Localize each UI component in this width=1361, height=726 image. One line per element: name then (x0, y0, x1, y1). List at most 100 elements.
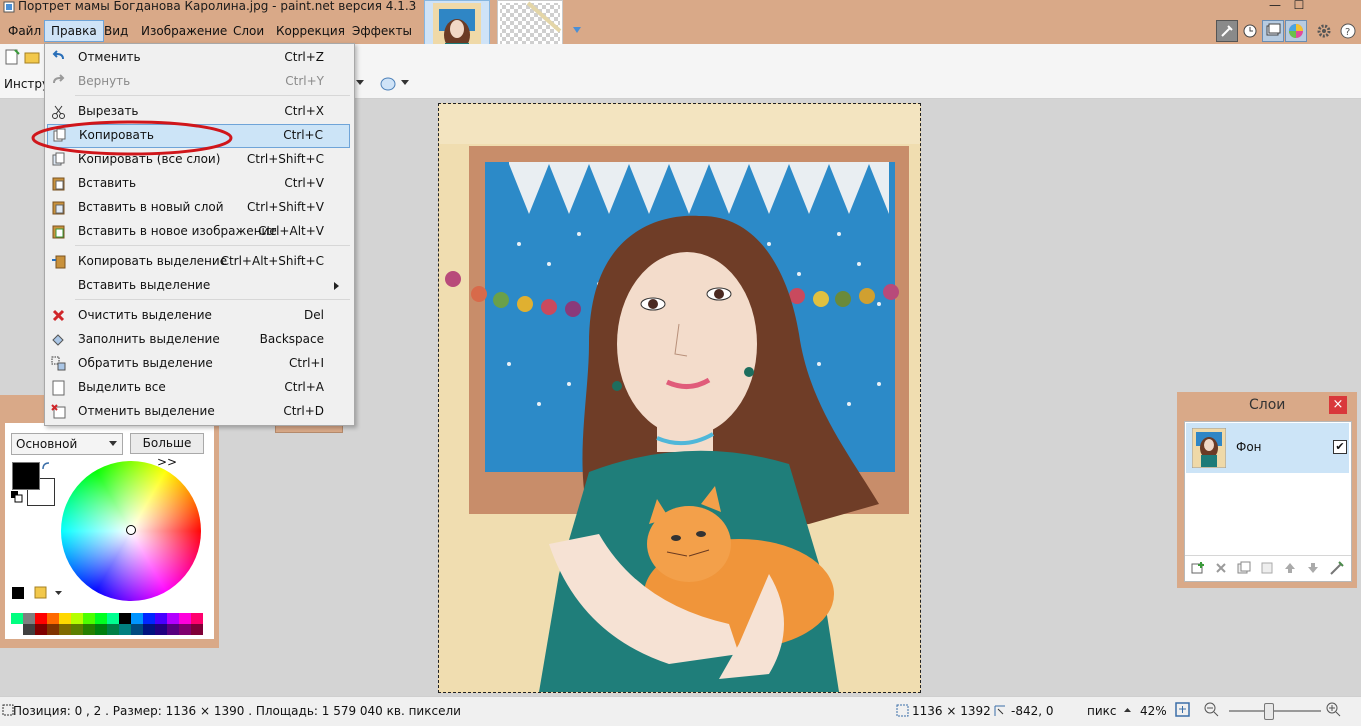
menu-separator (75, 95, 350, 96)
settings-gear-icon[interactable] (1316, 23, 1332, 39)
menu-layers[interactable]: Слои (227, 21, 270, 41)
move-layer-up-icon[interactable] (1283, 561, 1297, 575)
color-wheel[interactable] (61, 461, 201, 601)
edit-menu-item[interactable]: Вставить Ctrl+V (47, 173, 350, 195)
units-select[interactable]: пикс (1087, 704, 1117, 718)
tool-label: Инстру (4, 77, 50, 91)
add-layer-icon[interactable] (1191, 561, 1205, 575)
edit-menu-item[interactable]: Отменить выделение Ctrl+D (47, 401, 350, 423)
edit-menu-item[interactable]: Вставить в новое изображение Ctrl+Alt+V (47, 221, 350, 243)
edit-menu-item[interactable]: Копировать выделение Ctrl+Alt+Shift+C (47, 251, 350, 273)
close-icon[interactable]: × (1329, 396, 1347, 414)
zoom-value[interactable]: 42% (1140, 704, 1167, 718)
layer-thumbnail (1192, 428, 1226, 468)
reset-colors-icon[interactable] (11, 491, 23, 503)
chevron-down-icon (109, 441, 117, 446)
menu-item-shortcut: Ctrl+X (284, 104, 324, 118)
chevron-down-icon[interactable] (401, 80, 409, 86)
layers-window-button[interactable] (1262, 20, 1284, 42)
layers-icon (1266, 23, 1281, 36)
edit-menu-item[interactable]: Заполнить выделение Backspace (47, 329, 350, 351)
open-image-icon[interactable] (24, 49, 40, 65)
maximize-button[interactable]: ☐ (1285, 0, 1313, 12)
menu-item-shortcut: Del (304, 308, 324, 322)
erase-selection-icon (52, 309, 65, 322)
menu-item-label: Вставить в новый слой (78, 200, 224, 214)
zoom-to-window-icon[interactable] (1175, 702, 1191, 718)
status-bar: Позиция: 0 , 2 . Размер: 1136 × 1390 . П… (0, 696, 1361, 726)
menu-item-label: Обратить выделение (78, 356, 213, 370)
zoom-slider-thumb[interactable] (1264, 703, 1274, 720)
image-tabs (416, 0, 1216, 68)
edit-menu-item: Вернуть Ctrl+Y (47, 71, 350, 93)
menu-view[interactable]: Вид (98, 21, 134, 41)
chevron-down-icon[interactable] (55, 591, 62, 596)
primary-color-swatch-front (12, 462, 40, 490)
menu-edit[interactable]: Правка (44, 20, 104, 42)
more-button[interactable]: Больше >> (130, 433, 204, 469)
add-to-palette-icon[interactable] (12, 587, 24, 599)
delete-layer-icon[interactable] (1214, 561, 1228, 575)
menu-file[interactable]: Файл (2, 21, 47, 41)
color-palette[interactable] (11, 613, 203, 635)
menu-separator (75, 245, 350, 246)
color-wheel-icon (1289, 24, 1303, 38)
cursor-position: -842, 0 (1011, 704, 1054, 718)
color-mode-value: Основной (16, 437, 78, 451)
menu-item-label: Очистить выделение (78, 308, 212, 322)
history-window-button[interactable] (1239, 20, 1261, 42)
edit-menu-item[interactable]: Вставить выделение (47, 275, 350, 297)
edit-menu-item[interactable]: Отменить Ctrl+Z (47, 47, 350, 69)
image-size-icon (896, 704, 909, 717)
zoom-slider[interactable] (1229, 703, 1321, 720)
palette-menu-icon[interactable] (34, 586, 48, 600)
fill-selection-icon (52, 334, 64, 346)
menu-item-shortcut: Ctrl+I (289, 356, 324, 370)
new-image-icon[interactable] (4, 49, 20, 65)
color-mode-select[interactable]: Основной (11, 433, 123, 455)
chevron-down-icon[interactable] (356, 80, 364, 86)
menu-item-label: Вставить в новое изображение (78, 224, 277, 238)
menu-item-label: Вернуть (78, 74, 131, 88)
menu-item-label: Отменить выделение (78, 404, 215, 418)
edit-menu-item[interactable]: Обратить выделение Ctrl+I (47, 353, 350, 375)
window-title: Портрет мамы Богданова Каролина.jpg - pa… (18, 0, 417, 13)
menu-item-shortcut: Ctrl+Alt+V (258, 224, 324, 238)
image-canvas[interactable] (438, 103, 921, 693)
color-wheel-cursor[interactable] (126, 525, 136, 535)
menu-item-shortcut: Ctrl+A (284, 380, 324, 394)
edit-menu-item[interactable]: Вставить в новый слой Ctrl+Shift+V (47, 197, 350, 219)
selection-info: Позиция: 0 , 2 . Размер: 1136 × 1390 . П… (13, 704, 461, 718)
menu-item-label: Вставить (78, 176, 137, 190)
clock-icon (1243, 24, 1257, 38)
layer-visibility-checkbox[interactable]: ✔ (1333, 440, 1347, 454)
merge-layer-icon[interactable] (1260, 561, 1274, 575)
layer-row[interactable]: Фон ✔ (1186, 423, 1349, 473)
tools-window-button[interactable] (1216, 20, 1238, 42)
help-icon[interactable]: ? (1340, 23, 1356, 39)
colors-window-button[interactable] (1285, 20, 1307, 42)
edit-menu-item[interactable]: Очистить выделение Del (47, 305, 350, 327)
undo-icon (52, 50, 64, 60)
menu-item-shortcut: Ctrl+Alt+Shift+C (220, 254, 324, 268)
tabs-dropdown-icon[interactable] (572, 26, 582, 34)
menu-effects[interactable]: Эффекты (346, 21, 418, 41)
edit-menu-item[interactable]: Выделить все Ctrl+A (47, 377, 350, 399)
menu-item-label: Заполнить выделение (78, 332, 220, 346)
menu-item-shortcut: Ctrl+Y (285, 74, 324, 88)
chevron-up-icon[interactable] (1124, 708, 1131, 713)
menu-adjustments[interactable]: Коррекция (270, 21, 351, 41)
zoom-out-icon[interactable] (1204, 702, 1220, 718)
copy-selection-icon (52, 255, 66, 269)
duplicate-layer-icon[interactable] (1237, 561, 1251, 575)
svg-text:?: ? (1345, 27, 1350, 38)
menu-item-shortcut: Backspace (259, 332, 324, 346)
antialias-icon[interactable] (380, 76, 398, 92)
layer-properties-icon[interactable] (1329, 560, 1345, 576)
move-layer-down-icon[interactable] (1306, 561, 1320, 575)
swap-colors-icon[interactable] (41, 461, 51, 471)
menu-item-shortcut: Ctrl+Shift+C (246, 152, 324, 166)
zoom-in-icon[interactable] (1326, 702, 1342, 718)
menu-image[interactable]: Изображение (135, 21, 233, 41)
portrait-painting (439, 104, 920, 692)
